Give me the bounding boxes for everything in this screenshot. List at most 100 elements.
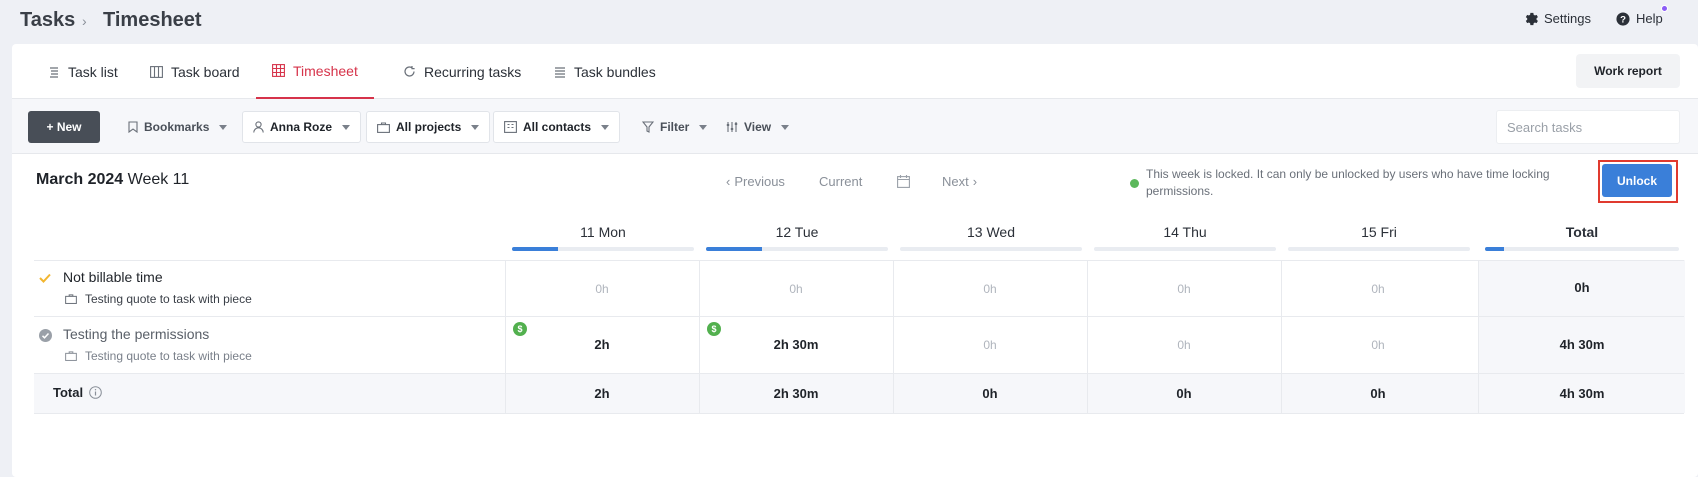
time-cell[interactable]: 0h [505,282,699,296]
sliders-icon [726,122,738,132]
help-label: Help [1636,11,1663,26]
info-icon[interactable] [89,386,102,399]
chevron-down-icon [471,124,480,130]
totals-label: Total [53,385,84,400]
filter-label: Filter [660,120,690,134]
settings-link[interactable]: Settings [1524,11,1591,26]
filter-icon [642,121,654,133]
current-week-button[interactable]: Current [819,174,862,189]
gear-icon [1525,12,1538,25]
previous-label: Previous [734,174,785,189]
calendar-icon [897,175,910,188]
next-week-button[interactable]: Next › [942,174,977,189]
unlock-button[interactable]: Unlock [1602,164,1672,197]
chevron-down-icon [699,124,708,130]
tab-label: Task bundles [574,63,656,80]
time-cell[interactable]: 0h [893,338,1087,352]
new-button[interactable]: + New [28,111,100,143]
total-header: Total [1565,224,1599,240]
task-project-label: Testing quote to task with piece [85,349,252,363]
tab-task-bundles[interactable]: Task bundles [538,44,672,99]
day-progress-wed [900,247,1082,251]
tab-label: Timesheet [293,62,358,79]
totals-row-label: Total [53,385,102,400]
toolbar: + New Bookmarks Anna Roze All projects A… [12,99,1698,154]
chevron-right-icon: › [972,174,978,189]
settings-label: Settings [1544,11,1591,26]
contacts-dropdown[interactable]: All contacts [493,111,621,143]
chevron-down-icon [601,124,610,130]
briefcase-icon [65,351,77,361]
divider [34,260,1684,261]
chevron-down-icon [781,124,790,130]
day-header-tue: 12 Tue [775,224,819,240]
task-project-label: Testing quote to task with piece [85,292,252,306]
day-header-wed: 13 Wed [967,224,1015,240]
tab-bar: Task list Task board Timesheet Recurring… [12,44,1698,99]
row-total: 0h [1574,280,1590,295]
lock-message: This week is locked. It can only be unlo… [1146,167,1550,198]
task-project[interactable]: Testing quote to task with piece [65,349,252,363]
current-label: Current [819,174,863,189]
previous-week-button[interactable]: ‹ Previous [726,174,785,189]
user-dropdown[interactable]: Anna Roze [242,111,362,143]
divider [34,413,1684,414]
week-title: March 2024 Week 11 [36,171,189,189]
search-input[interactable] [1496,110,1680,144]
day-header-mon: 11 Mon [580,224,626,240]
help-link[interactable]: ? Help [1616,11,1663,26]
week-number: Week 11 [127,171,190,188]
time-cell[interactable]: 0h [1281,282,1475,296]
time-cell[interactable]: 0h [1087,338,1281,352]
help-circle-icon: ? [1616,11,1630,26]
calendar-button[interactable] [897,175,910,188]
total-cell: 0h [982,386,998,401]
checkmark-icon [39,273,51,283]
timesheet-card: Task list Task board Timesheet Recurring… [12,44,1698,477]
day-progress-thu [1094,247,1276,251]
time-cell[interactable]: 0h [1281,338,1475,352]
time-cell[interactable]: 0h [893,282,1087,296]
refresh-icon [404,66,415,77]
task-name[interactable]: Not billable time [63,269,163,285]
time-cell[interactable]: 0h [1087,282,1281,296]
chevron-down-icon [219,124,228,130]
time-cell[interactable]: 2h [505,337,699,352]
bookmarks-dropdown[interactable]: Bookmarks [118,111,237,143]
page-title: Timesheet [103,9,202,31]
top-header: Tasks › Timesheet Settings ? Help [0,0,1698,44]
tab-task-list[interactable]: Task list [32,44,134,99]
grid-icon [272,64,285,77]
chevron-left-icon: ‹ [726,174,731,189]
breadcrumb-root[interactable]: Tasks [20,9,75,32]
time-cell[interactable]: 0h [699,282,893,296]
row-total: 4h 30m [1559,337,1605,352]
view-label: View [744,120,772,134]
projects-dropdown[interactable]: All projects [366,111,491,143]
day-progress-tue [706,247,888,251]
svg-text:?: ? [1620,14,1626,25]
total-cell: 2h 30m [773,386,819,401]
filter-dropdown[interactable]: Filter [632,111,717,143]
total-cell: 0h [1370,386,1386,401]
tab-label: Task list [68,63,118,80]
tab-recurring-tasks[interactable]: Recurring tasks [387,44,537,99]
billable-icon: $ [513,322,527,336]
chevron-down-icon [342,124,351,130]
breadcrumb-separator: › [82,13,87,29]
billable-icon: $ [707,322,721,336]
task-name[interactable]: Testing the permissions [63,326,209,342]
building-icon [504,121,517,133]
tab-task-board[interactable]: Task board [134,44,255,99]
view-dropdown[interactable]: View [716,111,799,143]
divider [34,373,1684,374]
task-project[interactable]: Testing quote to task with piece [65,292,252,306]
time-cell[interactable]: 2h 30m [699,337,893,352]
contacts-label: All contacts [523,120,592,134]
work-report-button[interactable]: Work report [1576,54,1680,88]
total-cell: 2h [594,386,610,401]
tab-timesheet[interactable]: Timesheet [256,44,374,99]
briefcase-icon [65,294,77,304]
projects-label: All projects [396,120,462,134]
day-header-fri: 15 Fri [1361,224,1397,240]
